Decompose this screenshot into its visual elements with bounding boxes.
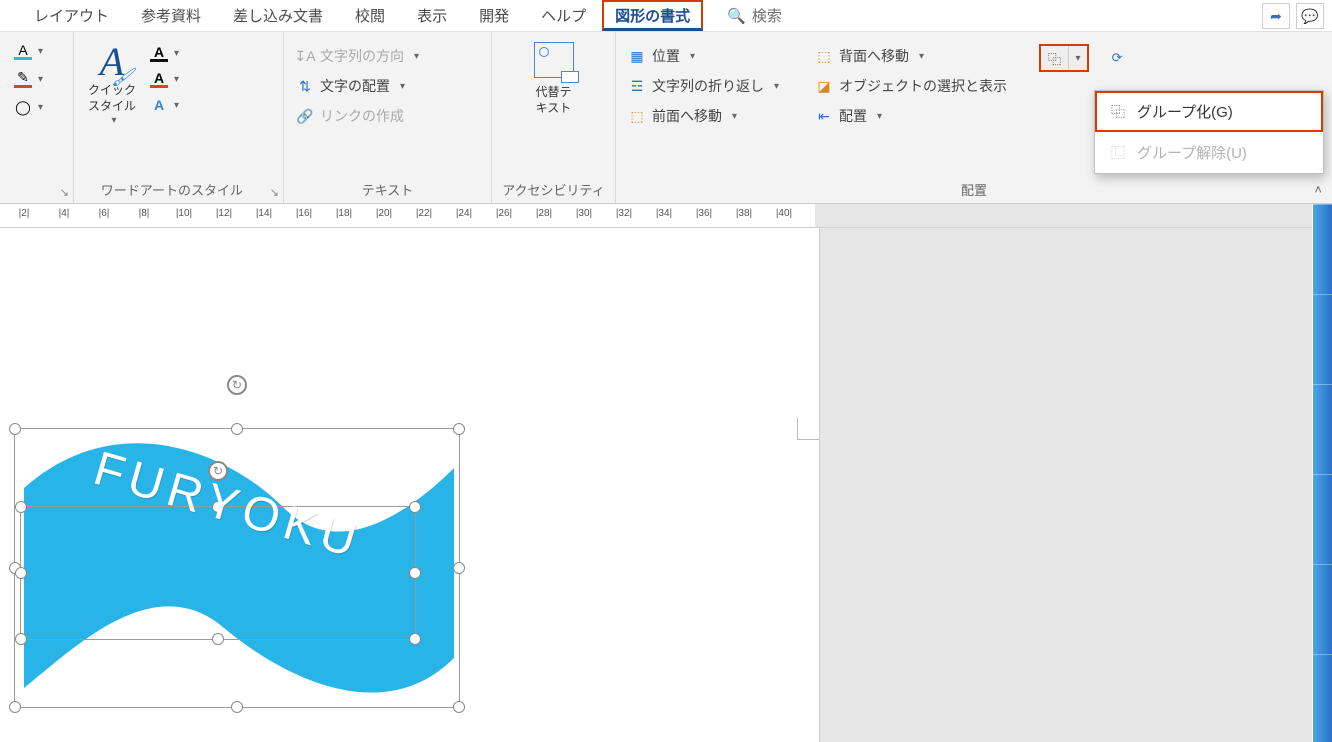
tab-help[interactable]: ヘルプ <box>525 0 602 32</box>
document-area: ↻ ↻ FURYOKU <box>0 228 1332 742</box>
group-icon: ⿻ <box>1109 103 1127 121</box>
group-dropdown-menu: ⿻ グループ化(G) ⿺ グループ解除(U) <box>1094 90 1324 174</box>
text-group-label: テキスト <box>284 177 491 203</box>
wordart-fill-button[interactable]: A▾ <box>150 44 179 62</box>
search-box[interactable]: 🔍 検索 <box>727 5 782 26</box>
text-direction-label: 文字列の方向 <box>320 46 404 66</box>
tab-layout[interactable]: レイアウト <box>18 0 125 32</box>
menu-ungroup-label: グループ解除(U) <box>1137 142 1247 163</box>
windows-taskbar-sliver <box>1312 204 1332 742</box>
bring-forward-icon: ⬚ <box>628 107 646 125</box>
send-backward-label: 背面へ移動 <box>839 46 909 66</box>
page-corner-mark <box>797 418 819 440</box>
align-label: 配置 <box>839 106 867 126</box>
tab-references[interactable]: 参考資料 <box>125 0 217 32</box>
alt-text-button[interactable]: 代替テ キスト <box>528 38 580 120</box>
text-effects-button[interactable]: ◯▾ <box>14 98 43 116</box>
create-link-button[interactable]: 🔗 リンクの作成 <box>292 104 423 128</box>
share-icon: ➦ <box>1270 8 1282 25</box>
share-button[interactable]: ➦ <box>1262 3 1290 29</box>
menu-ungroup: ⿺ グループ解除(U) <box>1095 132 1323 173</box>
text-align-button[interactable]: ⇅ 文字の配置 ▾ <box>292 74 423 98</box>
menu-group-label: グループ化(G) <box>1137 101 1233 122</box>
rotate-button[interactable]: ⟳ <box>1103 44 1131 72</box>
comments-button[interactable]: 💬 <box>1296 3 1324 29</box>
search-label: 検索 <box>752 5 782 26</box>
position-label: 位置 <box>652 46 680 66</box>
position-button[interactable]: ▦ 位置▾ <box>624 44 783 68</box>
tab-shape-format[interactable]: 図形の書式 <box>602 0 703 31</box>
wordart-launcher-icon[interactable]: ↘ <box>270 186 283 203</box>
horizontal-ruler[interactable]: |2||4||6||8||10||12||14||16||18||20||22|… <box>0 204 1332 228</box>
wrap-icon: ☲ <box>628 77 646 95</box>
text-outline-button[interactable]: ✎▾ <box>14 70 43 88</box>
tab-mailings[interactable]: 差し込み文書 <box>217 0 339 32</box>
text-align-icon: ⇅ <box>296 77 314 95</box>
rotate-handle[interactable]: ↻ <box>227 375 247 395</box>
text-direction-icon: ↧A <box>296 47 314 65</box>
bring-forward-label: 前面へ移動 <box>652 106 722 126</box>
align-button[interactable]: ⇤ 配置▾ <box>811 104 1011 128</box>
text-fill-button[interactable]: A▾ <box>14 42 43 60</box>
ribbon: A▾ ✎▾ ◯▾ ↘ A🖌 クイック スタイ <box>0 32 1332 204</box>
position-icon: ▦ <box>628 47 646 65</box>
alt-text-label: 代替テ キスト <box>535 84 571 116</box>
wordart-fill-icon: A <box>150 44 168 62</box>
text-outline-icon: ✎ <box>14 70 32 88</box>
wordart-outline-button[interactable]: A▾ <box>150 70 179 88</box>
comment-icon: 💬 <box>1301 8 1318 25</box>
group-launcher-icon[interactable]: ↘ <box>0 186 73 203</box>
wrap-label: 文字列の折り返し <box>652 76 764 96</box>
wordart-outline-icon: A <box>150 70 168 88</box>
text-align-label: 文字の配置 <box>320 76 390 96</box>
group-objects-button[interactable]: ⿻ ▾ <box>1039 44 1089 72</box>
create-link-label: リンクの作成 <box>320 106 404 126</box>
align-icon: ⇤ <box>815 107 833 125</box>
ribbon-tabs: レイアウト 参考資料 差し込み文書 校閲 表示 開発 ヘルプ 図形の書式 🔍 検… <box>0 0 1332 32</box>
group-dropdown-arrow[interactable]: ▾ <box>1069 46 1087 70</box>
bring-forward-button[interactable]: ⬚ 前面へ移動▾ <box>624 104 783 128</box>
chevron-down-icon: ▾ <box>111 114 116 128</box>
group-icon: ⿻ <box>1048 49 1061 68</box>
selection-pane-button[interactable]: ◪ オブジェクトの選択と表示 <box>811 74 1011 98</box>
ungroup-icon: ⿺ <box>1109 144 1127 162</box>
rotate-icon: ⟳ <box>1112 50 1123 66</box>
page[interactable]: ↻ ↻ FURYOKU <box>0 228 820 742</box>
text-direction-button[interactable]: ↧A 文字列の方向 ▾ <box>292 44 423 68</box>
tab-view[interactable]: 表示 <box>401 0 463 32</box>
wordart-group-label: ワードアートのスタイル <box>74 177 270 203</box>
selection-pane-label: オブジェクトの選択と表示 <box>839 76 1007 96</box>
selection-pane-icon: ◪ <box>815 77 833 95</box>
send-backward-button[interactable]: ⬚ 背面へ移動▾ <box>811 44 1011 68</box>
menu-group[interactable]: ⿻ グループ化(G) <box>1095 91 1323 132</box>
search-icon: 🔍 <box>727 7 746 25</box>
link-icon: 🔗 <box>296 107 314 125</box>
accessibility-group-label: アクセシビリティ <box>492 177 615 203</box>
wrap-text-button[interactable]: ☲ 文字列の折り返し▾ <box>624 74 783 98</box>
tab-review[interactable]: 校閲 <box>339 0 401 32</box>
arrange-group-label: 配置 <box>616 177 1332 203</box>
wordart-effects-button[interactable]: A▾ <box>150 96 179 114</box>
wordart-effects-icon: A <box>150 96 168 114</box>
send-backward-icon: ⬚ <box>815 47 833 65</box>
tab-developer[interactable]: 開発 <box>463 0 525 32</box>
text-effects-icon: ◯ <box>14 98 32 116</box>
collapse-ribbon-button[interactable]: ˄ <box>1314 182 1322 197</box>
quick-style-button[interactable]: A🖌 クイック スタイル ▾ <box>82 38 142 132</box>
text-fill-icon: A <box>14 42 32 60</box>
